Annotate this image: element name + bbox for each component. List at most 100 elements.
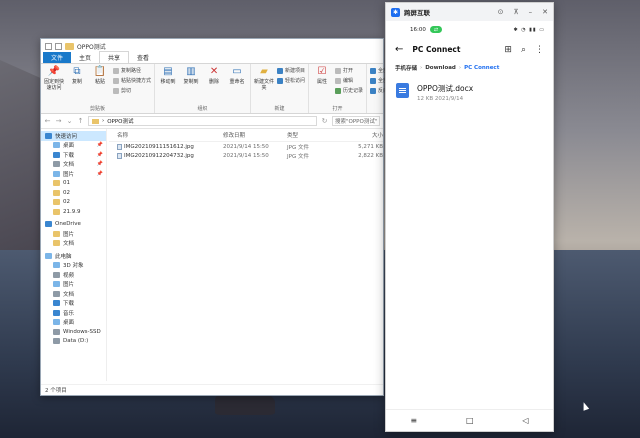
folder-icon (92, 118, 99, 124)
nav-item-pc-pictures[interactable]: 图片 (41, 280, 106, 290)
column-header-size[interactable]: 大小 (337, 131, 383, 139)
more-options-icon[interactable]: ⋮ (535, 45, 544, 55)
jpg-file-icon (117, 143, 122, 150)
properties-button[interactable]: ☑ 属性 (312, 66, 332, 86)
history-button[interactable]: 历史记录 (335, 87, 363, 94)
nav-item-windows-ssd[interactable]: Windows-SSD (41, 327, 106, 337)
nav-item-documents[interactable]: 文档 📌 (41, 160, 106, 170)
nav-item-3d-objects[interactable]: 3D 对象 (41, 261, 106, 271)
nav-item-folder-2199[interactable]: 21.9.9 (41, 207, 106, 217)
breadcrumb-storage[interactable]: 手机存储 (395, 64, 417, 72)
nav-item-this-pc[interactable]: 此电脑 (41, 251, 106, 261)
forward-arrow-icon[interactable]: → (55, 117, 62, 125)
column-header-type[interactable]: 类型 (287, 131, 337, 139)
new-item-button[interactable]: 新建项目 (277, 67, 305, 74)
organize-group-label: 组织 (197, 106, 208, 112)
file-meta: 12 KB 2021/9/14 (417, 96, 464, 102)
nav-item-pc-desktop[interactable]: 桌面 (41, 318, 106, 328)
pin-quick-access-button[interactable]: 📌 固定到快速访问 (44, 66, 64, 92)
quick-access-toolbar-icon[interactable] (45, 42, 52, 50)
back-arrow-icon[interactable]: ← (395, 44, 403, 55)
recents-icon[interactable]: ≡ (410, 416, 417, 425)
settings-icon[interactable]: ⊙ (498, 8, 504, 16)
nav-item-desktop[interactable]: 桌面 📌 (41, 141, 106, 151)
docx-file-icon (396, 83, 409, 98)
copy-to-button[interactable]: ▥ 复制到 (181, 66, 201, 86)
minimize-icon[interactable]: – (529, 8, 533, 16)
tab-home[interactable]: 主页 (71, 52, 99, 63)
search-icon[interactable]: ⌕ (521, 45, 526, 55)
breadcrumb-pc-connect[interactable]: PC Connect (464, 65, 499, 71)
picture-icon (53, 281, 60, 288)
nav-item-music[interactable]: 音乐 (41, 308, 106, 318)
android-nav-bar: ≡ □ ◁ (386, 409, 553, 431)
edit-button[interactable]: 编辑 (335, 77, 363, 84)
close-icon[interactable]: ✕ (542, 8, 548, 16)
ribbon: 📌 固定到快速访问 ⧉ 复制 📋 粘贴 复制路径 粘贴快捷方式 剪切 剪贴板 ▤… (41, 64, 398, 114)
file-type: JPG 文件 (287, 144, 309, 151)
easy-access-button[interactable]: 轻松访问 (277, 77, 305, 84)
nav-item-onedrive-documents[interactable]: 文档 (41, 239, 106, 249)
nav-item-pc-documents[interactable]: 文档 (41, 289, 106, 299)
tab-file[interactable]: 文件 (43, 52, 72, 63)
home-icon[interactable]: □ (466, 416, 474, 425)
pin-top-icon[interactable]: ⊼ (514, 8, 519, 16)
move-to-button[interactable]: ▤ 移动到 (158, 66, 178, 86)
nav-item-onedrive-pictures[interactable]: 图片 (41, 229, 106, 239)
nav-item-folder-01[interactable]: 01 (41, 179, 106, 189)
nav-item-quick-access[interactable]: 快速访问 (41, 131, 106, 141)
computer-icon (45, 252, 52, 259)
nav-item-data-d[interactable]: Data (D:) (41, 337, 106, 347)
nav-item-videos[interactable]: 视频 (41, 270, 106, 280)
tab-share[interactable]: 共享 (99, 51, 130, 63)
pin-icon: 📌 (47, 66, 61, 77)
chevron-right-icon: › (102, 118, 105, 124)
connection-pill: ⇄ (429, 26, 443, 33)
search-input[interactable]: 搜索"OPPO测试" (332, 116, 380, 126)
refresh-icon[interactable]: ↻ (321, 117, 328, 125)
paste-shortcut-button[interactable]: 粘贴快捷方式 (113, 77, 151, 84)
nav-item-folder-02b[interactable]: 02 (41, 198, 106, 208)
delete-button[interactable]: ✕ 删除 (204, 66, 224, 86)
nav-item-onedrive[interactable]: OneDrive (41, 220, 106, 230)
properties-toolbar-icon[interactable] (55, 42, 62, 50)
paste-button[interactable]: 📋 粘贴 (90, 66, 110, 86)
nav-item-downloads[interactable]: 下载 📌 (41, 150, 106, 160)
new-folder-button[interactable]: ▰ 新建文件夹 (254, 66, 274, 92)
address-bar[interactable]: › OPPO测试 (88, 116, 317, 126)
file-row[interactable]: IMG20210911151612.jpg 2021/9/14 15:50 JP… (109, 142, 383, 151)
copy-path-button[interactable]: 复制路径 (113, 67, 151, 74)
up-arrow-icon[interactable]: ↑ (77, 117, 84, 125)
file-row[interactable]: IMG20210912204732.jpg 2021/9/14 15:50 JP… (109, 151, 383, 160)
nav-item-folder-02[interactable]: 02 (41, 188, 106, 198)
folder-icon (65, 42, 74, 50)
breadcrumb-download[interactable]: Download (425, 65, 456, 71)
file-size: 5,271 KB (358, 143, 383, 150)
breadcrumb: 手机存储 › Download › PC Connect (386, 61, 553, 75)
open-group-label: 打开 (332, 106, 343, 112)
open-button[interactable]: 打开 (335, 67, 363, 74)
column-header-date[interactable]: 修改日期 (223, 131, 287, 139)
back-arrow-icon[interactable]: ← (44, 117, 51, 125)
desktop-icon (53, 319, 60, 326)
nav-item-pictures[interactable]: 图片 📌 (41, 169, 106, 179)
app-logo-icon: ✱ (391, 7, 400, 17)
document-icon (53, 290, 60, 297)
app-name: 跨屏互联 (404, 9, 430, 17)
mirror-titlebar: ✱ 跨屏互联 ⊙ ⊼ – ✕ (386, 3, 553, 21)
tab-view[interactable]: 查看 (129, 52, 157, 63)
copy-button[interactable]: ⧉ 复制 (67, 66, 87, 86)
back-triangle-icon[interactable]: ◁ (522, 416, 528, 425)
chevron-right-icon: › (458, 65, 462, 71)
cut-button[interactable]: 剪切 (113, 87, 151, 94)
recent-dropdown-icon[interactable]: ⌄ (66, 117, 73, 125)
list-item[interactable]: OPPO测试.docx 12 KB 2021/9/14 (386, 75, 553, 110)
file-size: 2,822 KB (358, 152, 383, 159)
nav-item-pc-downloads[interactable]: 下载 (41, 299, 106, 309)
delete-x-icon: ✕ (209, 66, 219, 77)
grid-view-icon[interactable]: ⊞ (504, 45, 512, 55)
column-headers: 名称 修改日期 类型 大小 (109, 129, 383, 142)
address-path: OPPO测试 (107, 119, 134, 125)
rename-button[interactable]: ▭ 重命名 (227, 66, 247, 86)
column-header-name[interactable]: 名称 (109, 131, 223, 139)
